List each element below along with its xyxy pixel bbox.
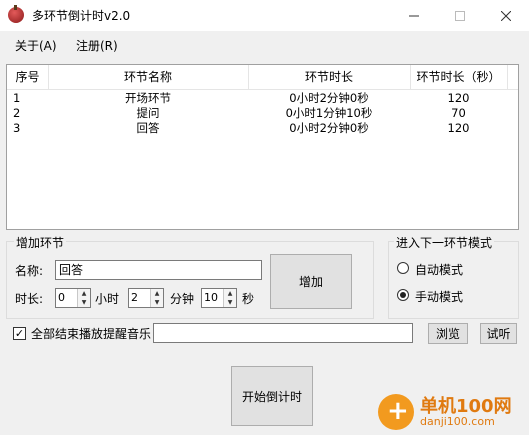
auto-mode-label[interactable]: 自动模式 [415,261,463,278]
name-label: 名称: [15,264,44,278]
close-icon [501,10,511,21]
row-duration: 0小时1分钟10秒 [285,106,373,120]
hours-spin-arrows[interactable]: ▲ ▼ [77,289,90,307]
manual-mode-label[interactable]: 手动模式 [415,288,463,305]
segment-name-input[interactable]: 回答 [55,260,262,280]
table-row[interactable]: 3 回答 0小时2分钟0秒 120 [7,122,518,135]
col-duration[interactable]: 环节时长 [248,65,411,89]
close-button[interactable] [483,0,529,31]
add-segment-button[interactable]: 增加 [270,254,352,309]
test-listen-button[interactable]: 试听 [480,323,517,344]
spin-up-icon[interactable]: ▲ [224,289,236,298]
row-name: 开场环节 [125,91,171,105]
row-index: 1 [13,91,21,105]
minutes-value: 2 [131,291,138,304]
minutes-unit: 分钟 [170,292,195,306]
mode-group-title: 进入下一环节模式 [394,234,495,251]
menu-bar: 关于(A) 注册(R) [0,31,529,57]
col-duration-seconds[interactable]: 环节时长（秒） [410,65,508,89]
window-title: 多环节倒计时v2.0 [32,9,131,23]
minimize-button[interactable] [391,0,437,31]
segment-list[interactable]: 序号 环节名称 环节时长 环节时长（秒） 1 开场环节 0小时2分钟0秒 120… [6,64,519,230]
minutes-spin-arrows[interactable]: ▲ ▼ [150,289,163,307]
hours-unit: 小时 [95,292,120,306]
spin-up-icon[interactable]: ▲ [151,289,163,298]
row-name: 提问 [136,106,160,120]
music-path-input[interactable] [153,323,413,343]
spin-down-icon[interactable]: ▼ [224,298,236,307]
seconds-stepper[interactable]: 10 ▲ ▼ [201,288,237,308]
row-seconds: 120 [447,121,470,135]
col-name[interactable]: 环节名称 [48,65,249,89]
add-segment-title: 增加环节 [14,234,67,251]
duration-label: 时长: [15,292,44,306]
row-seconds: 120 [447,91,470,105]
hours-stepper[interactable]: 0 ▲ ▼ [55,288,91,308]
row-duration: 0小时2分钟0秒 [289,91,369,105]
row-index: 3 [13,121,21,135]
seconds-spin-arrows[interactable]: ▲ ▼ [223,289,236,307]
seconds-value: 10 [204,291,218,304]
minimize-icon [409,15,419,16]
play-music-checkbox[interactable]: ✓ [13,327,26,340]
maximize-button[interactable] [437,0,483,31]
auto-mode-radio[interactable] [397,262,409,274]
row-name: 回答 [136,121,160,135]
spin-up-icon[interactable]: ▲ [78,289,90,298]
table-row[interactable]: 1 开场环节 0小时2分钟0秒 120 [7,92,518,105]
watermark-url: danji100.com [420,415,495,428]
manual-mode-radio[interactable] [397,289,409,301]
col-index[interactable]: 序号 [7,65,49,89]
browse-button[interactable]: 浏览 [428,323,468,344]
maximize-icon [455,10,465,21]
app-icon [8,5,24,23]
spin-down-icon[interactable]: ▼ [151,298,163,307]
play-music-label[interactable]: 全部结束播放提醒音乐 [31,325,151,342]
spin-down-icon[interactable]: ▼ [78,298,90,307]
title-bar: 多环节倒计时v2.0 [0,0,529,31]
mode-group: 进入下一环节模式 [388,234,519,319]
row-duration: 0小时2分钟0秒 [289,121,369,135]
menu-about[interactable]: 关于(A) [15,37,57,54]
seconds-unit: 秒 [242,292,255,306]
row-index: 2 [13,106,21,120]
watermark-logo-icon [378,394,414,430]
hours-value: 0 [58,291,65,304]
table-row[interactable]: 2 提问 0小时1分钟10秒 70 [7,107,518,120]
minutes-stepper[interactable]: 2 ▲ ▼ [128,288,164,308]
start-countdown-button[interactable]: 开始倒计时 [231,366,313,426]
menu-register[interactable]: 注册(R) [76,37,118,54]
list-header: 序号 环节名称 环节时长 环节时长（秒） [7,65,518,90]
row-seconds: 70 [451,106,466,120]
